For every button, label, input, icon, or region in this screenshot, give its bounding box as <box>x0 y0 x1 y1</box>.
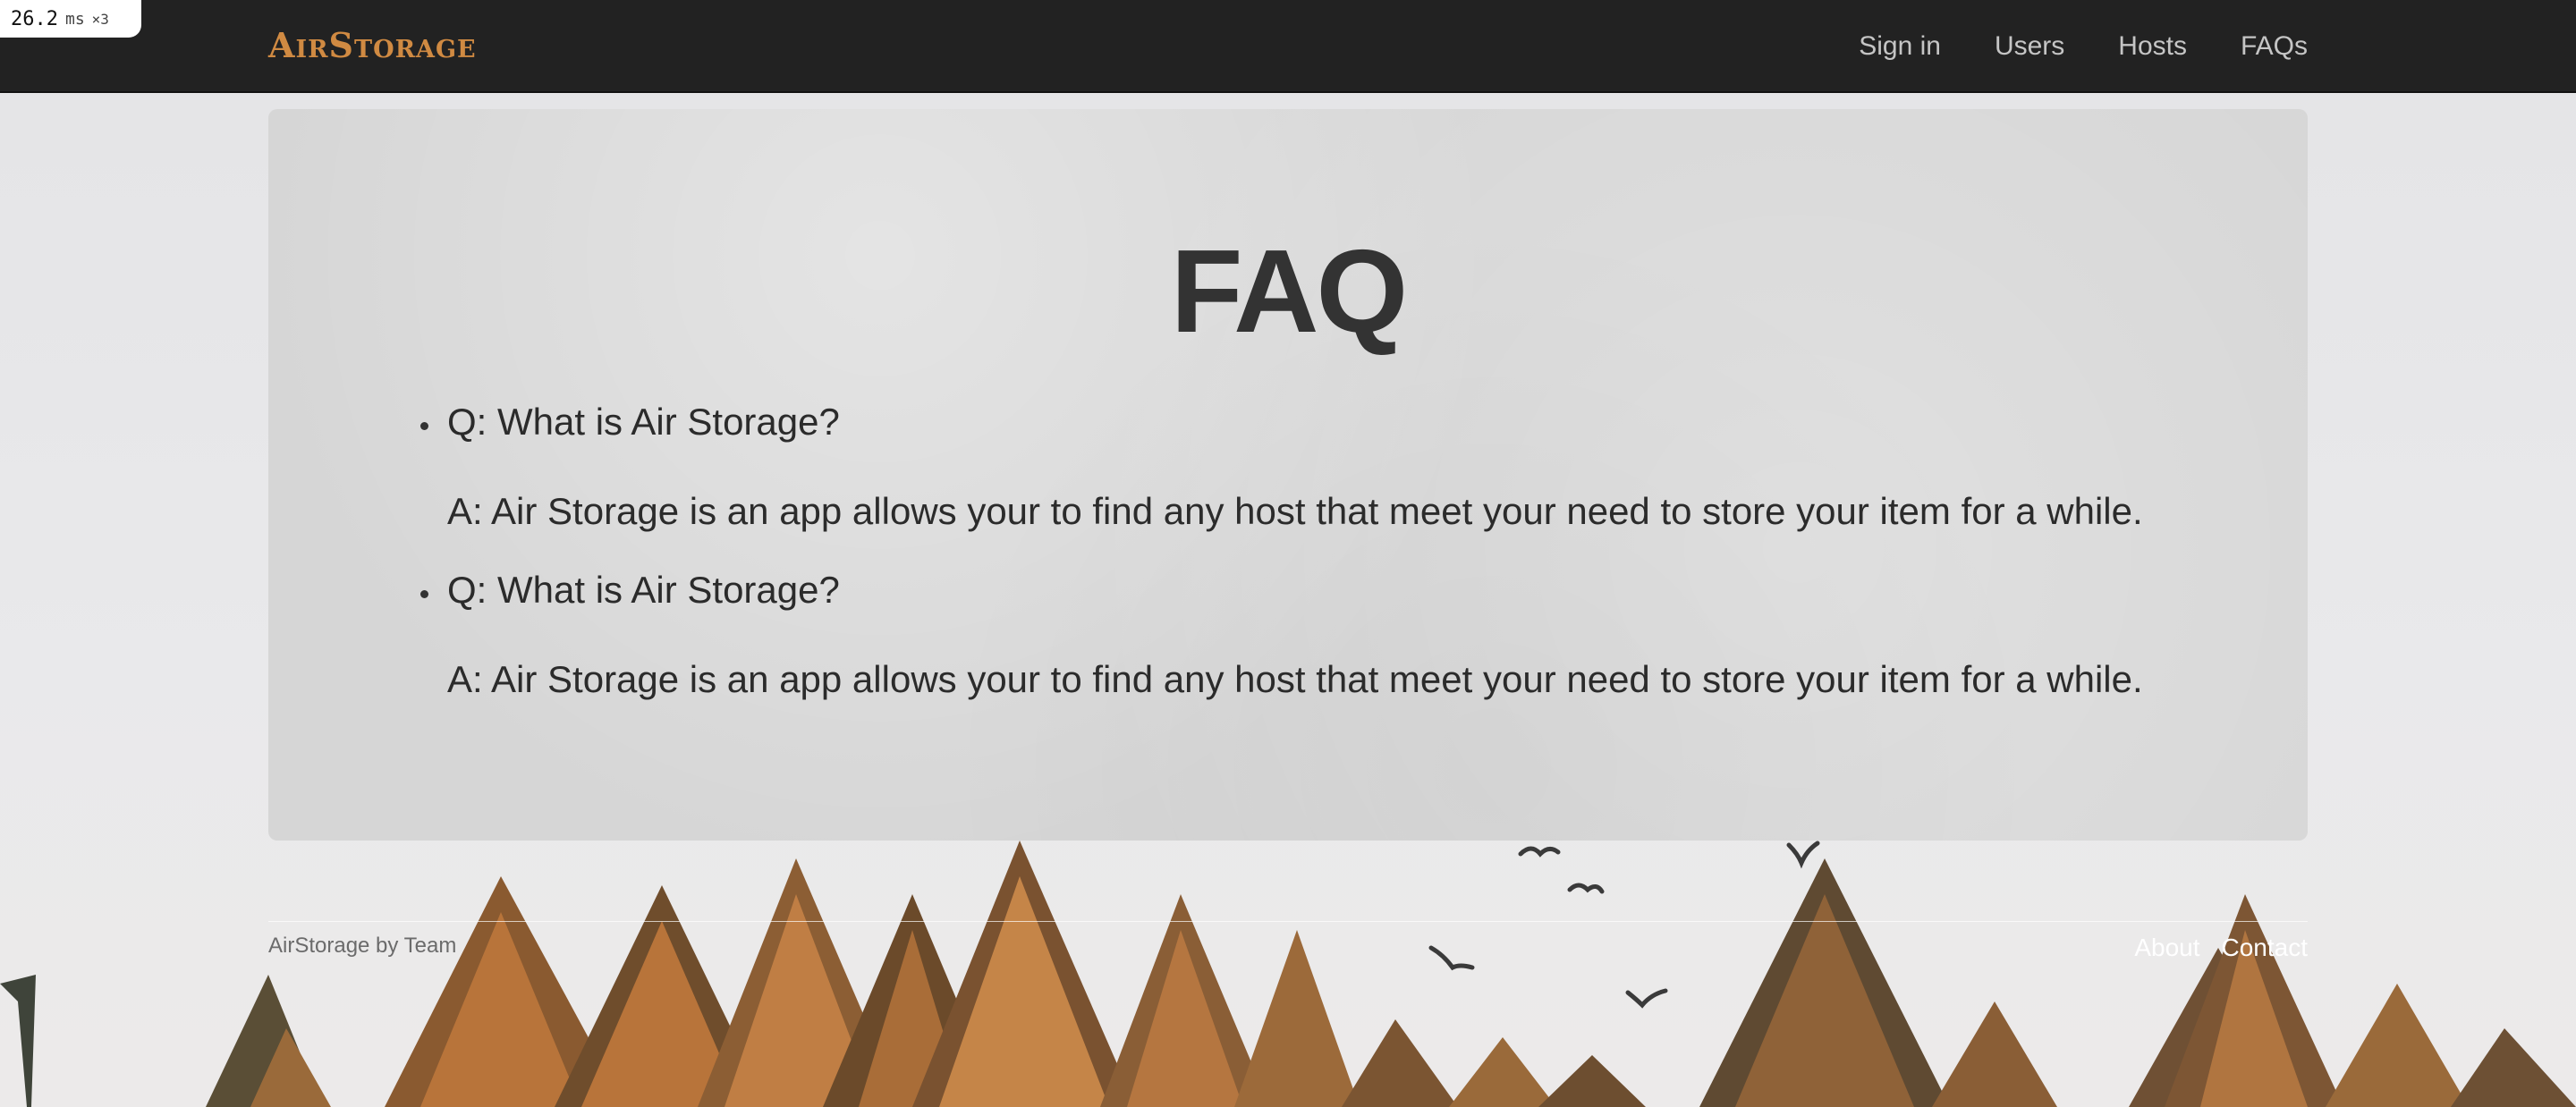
faq-card: FAQ Q: What is Air Storage? A: Air Stora… <box>268 109 2308 841</box>
footer-contact-link[interactable]: Contact <box>2222 934 2309 962</box>
faq-question: Q: What is Air Storage? <box>447 569 840 611</box>
nav-sign-in[interactable]: Sign in <box>1859 31 1941 62</box>
faq-answer: A: Air Storage is an app allows your to … <box>447 658 2143 700</box>
page-title: FAQ <box>1170 225 1408 357</box>
nav-faqs[interactable]: FAQs <box>2241 31 2308 62</box>
perf-unit: ms <box>64 9 85 29</box>
faq-question: Q: What is Air Storage? <box>447 401 840 443</box>
faq-item: Q: What is Air Storage? A: Air Storage i… <box>420 569 2143 701</box>
nav-users[interactable]: Users <box>1995 31 2064 62</box>
tree-row <box>0 841 2576 1107</box>
footer-about-link[interactable]: About <box>2134 934 2199 962</box>
birds <box>1428 841 1820 1009</box>
nav-hosts[interactable]: Hosts <box>2118 31 2187 62</box>
footer-divider <box>268 921 2308 922</box>
perf-multiplier: ×3 <box>91 10 109 28</box>
footer-credit: AirStorage by Team <box>268 934 457 958</box>
nav-links: Sign in Users Hosts FAQs <box>1859 0 2308 93</box>
perf-value: 26.2 <box>11 7 58 30</box>
brand-logo-link[interactable]: AirStorage <box>268 25 477 65</box>
faq-item: Q: What is Air Storage? A: Air Storage i… <box>420 401 2143 533</box>
performance-badge: 26.2 ms ×3 <box>0 0 143 39</box>
top-navbar: AirStorage Sign in Users Hosts FAQs <box>0 0 2576 93</box>
footer-links: About Contact <box>2134 934 2308 962</box>
faq-answer: A: Air Storage is an app allows your to … <box>447 490 2143 532</box>
faq-list: Q: What is Air Storage? A: Air Storage i… <box>420 401 2143 737</box>
